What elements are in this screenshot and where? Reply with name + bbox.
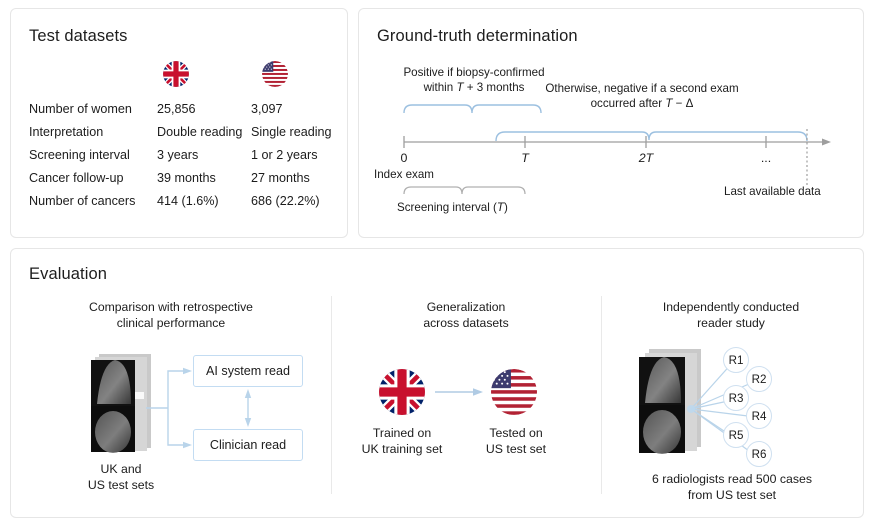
row-label: Interpretation <box>29 120 157 143</box>
tick-label-2t: 2T <box>633 151 659 165</box>
row-uk-value: Double reading <box>157 120 251 143</box>
row-uk-value: 414 (1.6%) <box>157 189 251 212</box>
tick-label-ellipsis: ... <box>754 151 778 165</box>
reader-study-caption-line2: from US test set <box>688 488 776 502</box>
screening-interval-pre: Screening interval ( <box>397 201 497 214</box>
reader-label-r6: R6 <box>752 448 767 461</box>
reader-label-r3: R3 <box>729 392 744 405</box>
reader-circle-r6: R6 <box>746 441 772 467</box>
test-datasets-panel: Test datasets <box>10 8 348 238</box>
tick-label-0: 0 <box>392 151 416 165</box>
last-available-data-label: Last available data <box>724 185 821 198</box>
row-uk-value: 25,856 <box>157 97 251 120</box>
screening-interval-post: ) <box>504 201 508 214</box>
timeline-arrowhead <box>822 139 831 146</box>
negative-bracket <box>496 132 807 141</box>
table-row: Number of cancers 414 (1.6%) 686 (22.2%) <box>29 189 341 212</box>
row-us-value: 3,097 <box>251 97 341 120</box>
row-uk-value: 3 years <box>157 143 251 166</box>
page-title: Test datasets <box>29 27 128 46</box>
screening-interval-label: Screening interval (T) <box>397 201 508 214</box>
table-row: Screening interval 3 years 1 or 2 years <box>29 143 341 166</box>
table-row: Cancer follow-up 39 months 27 months <box>29 166 341 189</box>
reader-circle-r2: R2 <box>746 366 772 392</box>
datasets-table: Number of women 25,856 3,097 Interpretat… <box>29 97 341 212</box>
reader-study-caption: 6 radiologists read 500 cases from US te… <box>607 471 857 504</box>
table-row: Number of women 25,856 3,097 <box>29 97 341 120</box>
reader-circle-r3: R3 <box>723 385 749 411</box>
reader-study-caption-line1: 6 radiologists read 500 cases <box>652 472 812 486</box>
row-label: Number of cancers <box>29 189 157 212</box>
uk-flag-icon <box>163 61 189 87</box>
reader-label-r4: R4 <box>752 410 767 423</box>
us-flag-icon <box>262 61 288 87</box>
row-us-value: 1 or 2 years <box>251 143 341 166</box>
row-label: Number of women <box>29 97 157 120</box>
tick-label-t: T <box>513 151 537 165</box>
row-uk-value: 39 months <box>157 166 251 189</box>
row-label: Cancer follow-up <box>29 166 157 189</box>
reader-circle-r1: R1 <box>723 347 749 373</box>
table-row: Interpretation Double reading Single rea… <box>29 120 341 143</box>
reader-label-r1: R1 <box>729 354 744 367</box>
row-us-value: 686 (22.2%) <box>251 189 341 212</box>
positive-bracket <box>404 105 541 113</box>
screening-interval-bracket <box>404 187 525 194</box>
reader-circle-r4: R4 <box>746 403 772 429</box>
row-us-value: 27 months <box>251 166 341 189</box>
row-label: Screening interval <box>29 143 157 166</box>
reader-circle-r5: R5 <box>723 422 749 448</box>
screening-interval-var: T <box>497 201 504 214</box>
ground-truth-panel: Ground-truth determination Positive if b… <box>358 8 864 238</box>
index-exam-label: Index exam <box>374 168 434 181</box>
reader-label-r5: R5 <box>729 429 744 442</box>
reader-label-r2: R2 <box>752 373 767 386</box>
row-us-value: Single reading <box>251 120 341 143</box>
evaluation-panel: Evaluation Comparison with retrospective… <box>10 248 864 518</box>
